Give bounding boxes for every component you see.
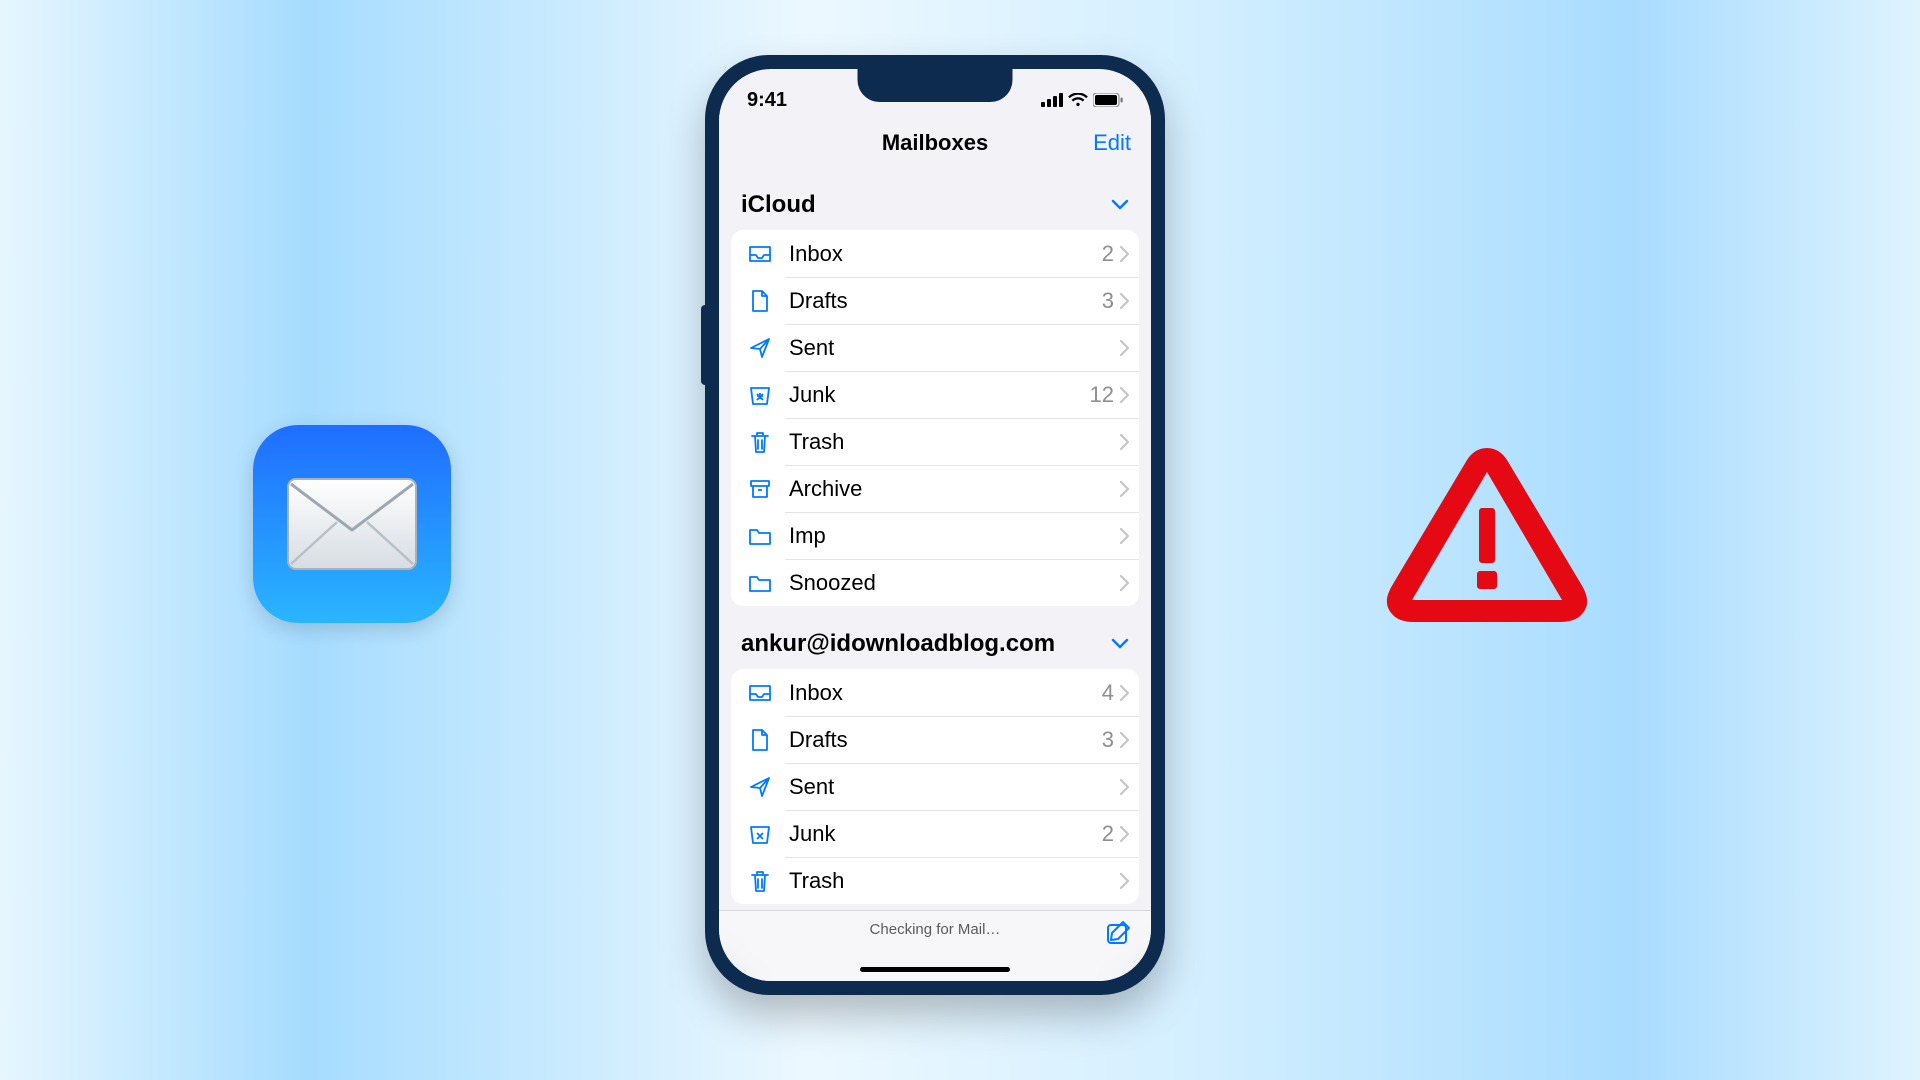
mailbox-row-inbox[interactable]: Inbox 2 [731, 230, 1139, 277]
chevron-right-icon [1120, 340, 1129, 356]
nav-bar: Mailboxes Edit [719, 115, 1151, 171]
sent-icon [745, 775, 775, 799]
mailbox-row-folder[interactable]: Imp [731, 512, 1139, 559]
chevron-right-icon [1120, 293, 1129, 309]
mail-app-icon [253, 425, 451, 623]
mailbox-row-archive[interactable]: Archive [731, 465, 1139, 512]
chevron-right-icon [1120, 575, 1129, 591]
row-label: Drafts [789, 288, 1102, 314]
compose-icon [1105, 919, 1133, 947]
edit-button[interactable]: Edit [1093, 130, 1131, 156]
mailbox-row-inbox[interactable]: Inbox 4 [731, 669, 1139, 716]
drafts-icon [745, 289, 775, 313]
chevron-right-icon [1120, 779, 1129, 795]
warning-icon [1382, 436, 1592, 626]
mailbox-row-drafts[interactable]: Drafts 3 [731, 716, 1139, 763]
nav-title: Mailboxes [882, 130, 988, 156]
junk-icon [745, 823, 775, 845]
stage: 9:41 [0, 0, 1920, 1080]
row-label: Sent [789, 774, 1114, 800]
row-label: Drafts [789, 727, 1102, 753]
chevron-right-icon [1120, 528, 1129, 544]
phone-notch [858, 69, 1013, 102]
junk-icon [745, 384, 775, 406]
folder-icon [745, 526, 775, 546]
section-header-icloud[interactable]: iCloud [719, 171, 1151, 230]
home-indicator [860, 967, 1010, 972]
row-label: Imp [789, 523, 1114, 549]
chevron-right-icon [1120, 873, 1129, 889]
archive-icon [745, 478, 775, 500]
section-header-account[interactable]: ankur@idownloadblog.com [719, 606, 1151, 669]
drafts-icon [745, 728, 775, 752]
status-icons [1041, 93, 1123, 107]
chevron-right-icon [1120, 481, 1129, 497]
mailbox-row-trash[interactable]: Trash [731, 418, 1139, 465]
mailbox-row-trash[interactable]: Trash [731, 857, 1139, 904]
mailbox-row-sent[interactable]: Sent [731, 324, 1139, 371]
mailbox-list: iCloud Inbox 2 D [719, 171, 1151, 921]
battery-icon [1093, 93, 1123, 107]
row-count: 4 [1102, 680, 1114, 706]
row-count: 3 [1102, 288, 1114, 314]
envelope-icon [287, 478, 417, 570]
compose-button[interactable] [1105, 919, 1133, 947]
row-label: Inbox [789, 680, 1102, 706]
chevron-right-icon [1120, 434, 1129, 450]
chevron-right-icon [1120, 732, 1129, 748]
chevron-right-icon [1120, 826, 1129, 842]
chevron-down-icon [1111, 199, 1129, 211]
row-label: Trash [789, 868, 1114, 894]
inbox-icon [745, 683, 775, 703]
row-label: Archive [789, 476, 1114, 502]
row-count: 12 [1090, 382, 1114, 408]
section-title: ankur@idownloadblog.com [741, 630, 1055, 658]
wifi-icon [1068, 93, 1088, 107]
sent-icon [745, 336, 775, 360]
phone-frame: 9:41 [705, 55, 1165, 995]
trash-icon [745, 869, 775, 893]
status-time: 9:41 [747, 89, 787, 112]
row-label: Junk [789, 382, 1090, 408]
section-card-icloud: Inbox 2 Drafts 3 Sent [731, 230, 1139, 606]
toolbar: Checking for Mail… [719, 910, 1151, 981]
phone-screen: 9:41 [719, 69, 1151, 981]
row-label: Snoozed [789, 570, 1114, 596]
section-title: iCloud [741, 191, 816, 219]
row-label: Sent [789, 335, 1114, 361]
trash-icon [745, 430, 775, 454]
mailbox-row-drafts[interactable]: Drafts 3 [731, 277, 1139, 324]
row-label: Junk [789, 821, 1102, 847]
status-text: Checking for Mail… [870, 921, 1001, 938]
row-label: Trash [789, 429, 1114, 455]
row-label: Inbox [789, 241, 1102, 267]
folder-icon [745, 573, 775, 593]
mailbox-row-junk[interactable]: Junk 2 [731, 810, 1139, 857]
chevron-right-icon [1120, 246, 1129, 262]
section-card-account: Inbox 4 Drafts 3 Sent [731, 669, 1139, 904]
row-count: 2 [1102, 241, 1114, 267]
cellular-icon [1041, 93, 1063, 107]
mailbox-row-folder[interactable]: Snoozed [731, 559, 1139, 606]
mailbox-row-junk[interactable]: Junk 12 [731, 371, 1139, 418]
row-count: 2 [1102, 821, 1114, 847]
mailbox-row-sent[interactable]: Sent [731, 763, 1139, 810]
row-count: 3 [1102, 727, 1114, 753]
inbox-icon [745, 244, 775, 264]
chevron-down-icon [1111, 638, 1129, 650]
chevron-right-icon [1120, 387, 1129, 403]
chevron-right-icon [1120, 685, 1129, 701]
